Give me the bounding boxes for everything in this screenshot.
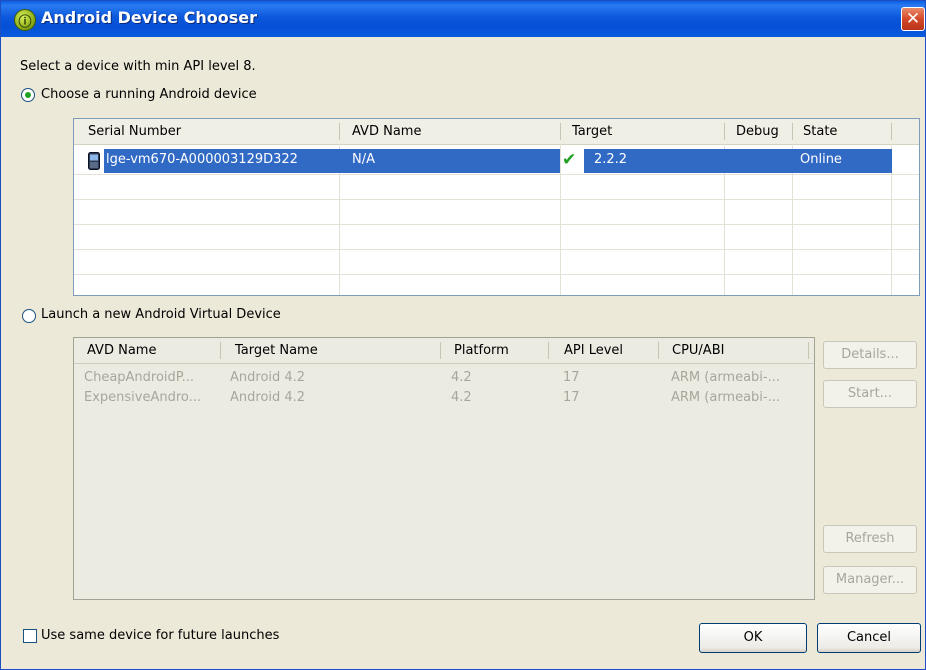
avd-name-cell: N/A — [352, 152, 375, 167]
column-separator[interactable] — [724, 123, 725, 140]
col-cpu-abi[interactable]: CPU/ABI — [672, 338, 724, 363]
cancel-button[interactable]: Cancel — [817, 623, 921, 653]
column-separator[interactable] — [220, 342, 221, 359]
cpu-abi-cell: ARM (armeabi-... — [671, 370, 781, 385]
launch-avd-radio[interactable] — [22, 309, 36, 323]
column-separator[interactable] — [440, 342, 441, 359]
avd-table-header: AVD Name Target Name Platform API Level … — [74, 338, 814, 364]
col-state[interactable]: State — [803, 119, 837, 144]
column-separator[interactable] — [548, 342, 549, 359]
table-row-avd: ExpensiveAndro... Android 4.2 4.2 17 ARM… — [74, 390, 814, 408]
column-separator[interactable] — [808, 342, 809, 359]
android-device-chooser-dialog: ⓘ Android Device Chooser ✕ Select a devi… — [0, 0, 926, 670]
close-icon: ✕ — [905, 9, 921, 29]
column-separator[interactable] — [560, 123, 561, 140]
target-name-cell: Android 4.2 — [230, 390, 306, 405]
choose-running-label[interactable]: Choose a running Android device — [41, 87, 257, 102]
launch-avd-label[interactable]: Launch a new Android Virtual Device — [41, 307, 281, 322]
table-row-device[interactable]: lge-vm670-A000003129D322 N/A ✔ 2.2.2 Onl… — [74, 149, 919, 173]
platform-cell: 4.2 — [451, 370, 472, 385]
android-icon: ⓘ — [14, 9, 36, 31]
api-level-cell: 17 — [563, 370, 580, 385]
details-button[interactable]: Details... — [823, 341, 917, 369]
running-devices-table[interactable]: Serial Number AVD Name Target Debug Stat… — [73, 118, 920, 296]
table-row-avd: CheapAndroidP... Android 4.2 4.2 17 ARM … — [74, 370, 814, 388]
start-button[interactable]: Start... — [823, 380, 917, 408]
close-button[interactable]: ✕ — [901, 7, 925, 31]
col-target[interactable]: Target — [572, 119, 612, 144]
platform-cell: 4.2 — [451, 390, 472, 405]
avd-name-cell: CheapAndroidP... — [84, 370, 195, 385]
col-debug[interactable]: Debug — [736, 119, 779, 144]
col-serial-number[interactable]: Serial Number — [88, 119, 181, 144]
column-separator[interactable] — [658, 342, 659, 359]
refresh-button[interactable]: Refresh — [823, 525, 917, 553]
target-ok-check-icon: ✔ — [562, 150, 577, 170]
col-avd-name[interactable]: AVD Name — [352, 119, 421, 144]
intro-label: Select a device with min API level 8. — [20, 59, 256, 74]
radio-selected-dot — [25, 92, 31, 98]
col-target-name[interactable]: Target Name — [235, 338, 318, 363]
serial-number-cell: lge-vm670-A000003129D322 — [106, 152, 298, 167]
target-name-cell: Android 4.2 — [230, 370, 306, 385]
phone-icon — [88, 152, 100, 170]
manager-button[interactable]: Manager... — [823, 566, 917, 594]
selection-highlight — [584, 149, 892, 173]
choose-running-radio[interactable] — [21, 88, 35, 102]
column-separator[interactable] — [792, 123, 793, 140]
avd-name-cell: ExpensiveAndro... — [84, 390, 202, 405]
col-api-level[interactable]: API Level — [564, 338, 623, 363]
state-cell: Online — [800, 152, 842, 167]
window-title: Android Device Chooser — [41, 8, 257, 27]
table-header: Serial Number AVD Name Target Debug Stat… — [74, 119, 919, 145]
avd-table[interactable]: AVD Name Target Name Platform API Level … — [73, 337, 815, 600]
ok-button[interactable]: OK — [699, 623, 807, 653]
col-platform[interactable]: Platform — [454, 338, 509, 363]
title-bar[interactable]: ⓘ Android Device Chooser ✕ — [1, 1, 925, 37]
same-device-label[interactable]: Use same device for future launches — [41, 628, 279, 643]
api-level-cell: 17 — [563, 390, 580, 405]
column-separator[interactable] — [891, 123, 892, 140]
target-cell: 2.2.2 — [594, 152, 628, 167]
same-device-checkbox[interactable] — [23, 629, 37, 643]
column-separator[interactable] — [339, 123, 340, 140]
col-avd-name[interactable]: AVD Name — [87, 338, 156, 363]
cpu-abi-cell: ARM (armeabi-... — [671, 390, 781, 405]
